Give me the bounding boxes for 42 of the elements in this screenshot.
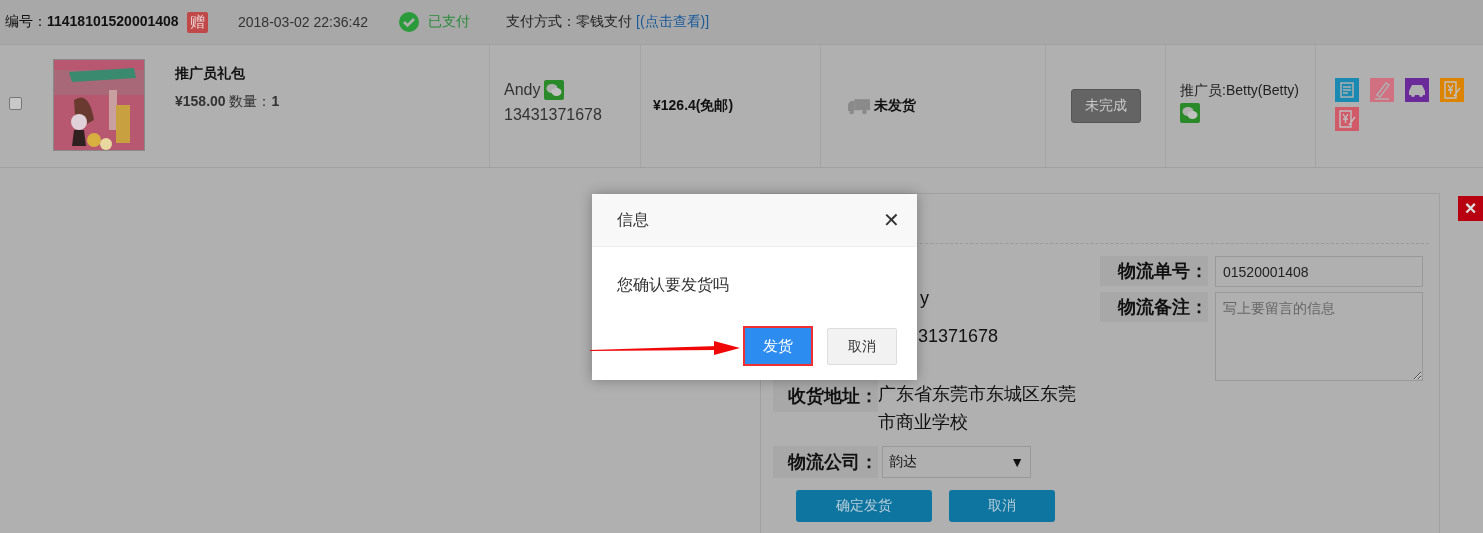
buyer-name: Andy xyxy=(504,81,541,99)
buyer-phone: 13431371678 xyxy=(504,106,603,124)
tracking-field[interactable]: 01520001408 xyxy=(1215,256,1423,287)
close-button[interactable]: ✕ xyxy=(883,208,900,232)
ship-button[interactable]: 发货 xyxy=(743,326,813,366)
product-name: 推广员礼包 xyxy=(175,65,246,83)
order-time: 2018-03-02 22:36:42 xyxy=(238,14,368,30)
order-number: 编号：11418101520001408 xyxy=(5,13,180,31)
dialog-message: 您确认要发货吗 xyxy=(616,275,730,295)
yen-edit-icon[interactable] xyxy=(1440,78,1464,102)
car-icon[interactable] xyxy=(1405,78,1429,102)
pencil-icon[interactable] xyxy=(1370,78,1394,102)
note-icon[interactable] xyxy=(1335,78,1359,102)
gift-badge: 赠 xyxy=(187,11,208,33)
truck-icon xyxy=(848,97,870,115)
yen-edit-icon[interactable] xyxy=(1335,107,1359,131)
row-checkbox[interactable] xyxy=(9,97,22,110)
chat-icon xyxy=(544,80,565,100)
chat-icon xyxy=(1180,103,1200,123)
view-link[interactable]: [(点击查看)] xyxy=(636,13,710,31)
status-button[interactable]: 未完成 xyxy=(1070,89,1141,123)
confirm-ship-button[interactable]: 确定发货 xyxy=(796,490,932,522)
shipping-address: 广东省东莞市东城区东莞市商业学校 xyxy=(878,383,1077,434)
dialog-title: 信息 xyxy=(617,209,649,230)
payment-method: 支付方式：零钱支付 xyxy=(506,13,632,31)
shipping-status: 未发货 xyxy=(874,97,916,115)
cancel-button[interactable]: 取消 xyxy=(827,328,897,365)
company-select[interactable]: 韵达 ▼ xyxy=(882,446,1031,478)
note-label: 物流备注： xyxy=(1100,292,1208,322)
address-label: 收货地址： xyxy=(773,380,878,412)
order-amount: ¥126.4(免邮) xyxy=(653,97,734,115)
tracking-label: 物流单号： xyxy=(1100,256,1208,286)
check-circle-icon xyxy=(399,12,419,32)
company-label: 物流公司： xyxy=(773,446,878,478)
note-field[interactable]: 写上要留言的信息 xyxy=(1215,292,1423,381)
cancel-button[interactable]: 取消 xyxy=(949,490,1055,522)
close-button[interactable]: × xyxy=(1458,196,1483,221)
promoter-name: 推广员:Betty(Betty) xyxy=(1180,82,1301,100)
payment-status: 已支付 xyxy=(428,13,470,31)
covered-text: 31371678 xyxy=(918,326,999,346)
covered-text: y xyxy=(920,288,929,308)
product-price: ¥158.00 数量：1 xyxy=(175,93,280,111)
